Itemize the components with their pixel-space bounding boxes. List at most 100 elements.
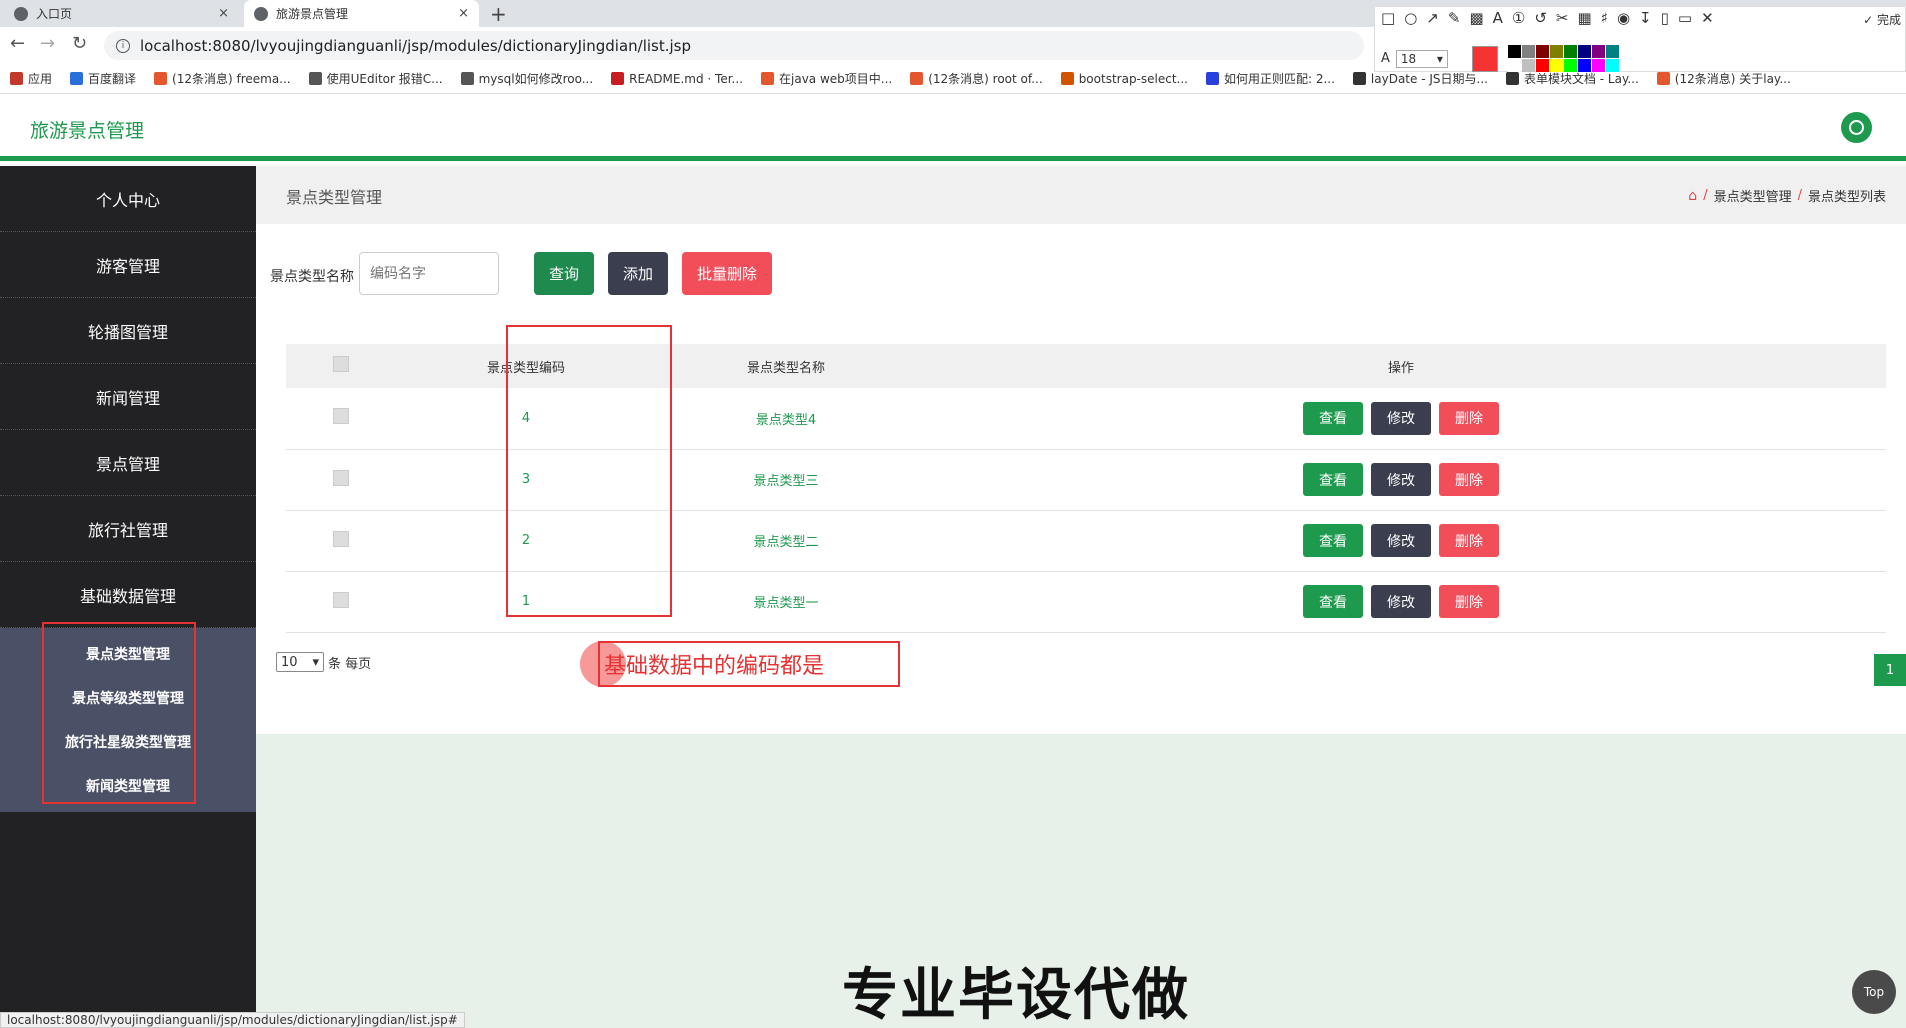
palette-swatch[interactable]	[1521, 59, 1535, 72]
download-icon[interactable]: ↧	[1639, 9, 1652, 27]
palette-swatch[interactable]	[1605, 59, 1619, 72]
palette-swatch[interactable]	[1549, 45, 1563, 58]
ocr-icon[interactable]: ▦	[1578, 9, 1592, 27]
done-button[interactable]: ✓ 完成	[1863, 11, 1901, 28]
page-number-button[interactable]: 1	[1874, 654, 1906, 686]
palette-swatch[interactable]	[1563, 59, 1577, 72]
sidebar-item-travel-agencies[interactable]: 旅行社管理	[0, 496, 256, 562]
bookmark-item[interactable]: bootstrap-select...	[1060, 72, 1188, 86]
rectangle-tool-icon[interactable]: □	[1381, 9, 1395, 27]
bookmark-item[interactable]: 在java web项目中...	[761, 70, 892, 87]
list-panel: 景点类型名称 查询 添加 批量删除 景点类型编码 景点类型名称 操作 4景点类型…	[256, 224, 1906, 734]
view-button[interactable]: 查看	[1303, 463, 1363, 496]
bookmark-item[interactable]: README.md · Ter...	[611, 72, 743, 86]
undo-icon[interactable]: ↺	[1534, 9, 1547, 27]
row-actions: 查看 修改 删除	[916, 449, 1886, 511]
back-arrow-icon[interactable]: ←	[10, 33, 25, 54]
add-button[interactable]: 添加	[608, 252, 668, 295]
palette-swatch[interactable]	[1549, 59, 1563, 72]
edit-button[interactable]: 修改	[1371, 463, 1431, 496]
record-icon[interactable]: ◉	[1617, 9, 1630, 27]
delete-button[interactable]: 删除	[1439, 463, 1499, 496]
close-icon[interactable]: ×	[218, 6, 229, 21]
sidebar-item-carousel[interactable]: 轮播图管理	[0, 298, 256, 364]
bookmark-item[interactable]: (12条消息) 关于lay...	[1656, 70, 1791, 87]
close-icon[interactable]: ×	[458, 6, 469, 21]
arrow-tool-icon[interactable]: ↗	[1426, 9, 1439, 27]
bookmark-item[interactable]: 使用UEditor 报错C...	[308, 70, 443, 87]
bookmark-item[interactable]: 如何用正则匹配: 2...	[1205, 70, 1335, 87]
bookmark-item[interactable]: 应用	[10, 70, 52, 87]
info-icon[interactable]: i	[116, 38, 130, 53]
phone-icon[interactable]: ▯	[1661, 9, 1669, 27]
view-button[interactable]: 查看	[1303, 401, 1363, 435]
palette-swatch[interactable]	[1521, 45, 1535, 58]
highlight-box-submenu	[42, 622, 196, 804]
row-checkbox[interactable]	[333, 408, 349, 425]
palette-swatch[interactable]	[1605, 45, 1619, 58]
palette-swatch[interactable]	[1507, 45, 1521, 58]
query-button[interactable]: 查询	[534, 252, 594, 295]
home-icon[interactable]: ⌂	[1688, 188, 1697, 204]
breadcrumb-item[interactable]: 景点类型管理	[1714, 186, 1792, 205]
palette-swatch[interactable]	[1507, 59, 1521, 72]
batch-delete-button[interactable]: 批量删除	[682, 252, 772, 295]
palette-swatch[interactable]	[1563, 45, 1577, 58]
highlight-box-code-column	[506, 325, 672, 617]
sidebar-item-visitors[interactable]: 游客管理	[0, 232, 256, 298]
view-button[interactable]: 查看	[1303, 524, 1363, 557]
bookmark-item[interactable]: (12条消息) freema...	[154, 70, 291, 87]
palette-swatch[interactable]	[1591, 45, 1605, 58]
page-size-select[interactable]: 10 ▾	[276, 652, 324, 672]
pen-tool-icon[interactable]: ✎	[1448, 9, 1461, 27]
palette-swatch[interactable]	[1577, 45, 1591, 58]
palette-swatch[interactable]	[1535, 59, 1549, 72]
sidebar-item-personal-center[interactable]: 个人中心	[0, 166, 256, 232]
user-avatar-icon[interactable]	[1841, 112, 1872, 143]
mosaic-tool-icon[interactable]: ▩	[1469, 9, 1483, 27]
palette-swatch[interactable]	[1591, 59, 1605, 72]
current-color-swatch[interactable]	[1471, 45, 1498, 72]
cancel-icon[interactable]: ✕	[1701, 9, 1714, 27]
delete-button[interactable]: 删除	[1439, 524, 1499, 557]
new-tab-button[interactable]: +	[490, 2, 507, 26]
text-tool-icon[interactable]: A	[1493, 9, 1503, 27]
back-to-top-button[interactable]: Top	[1852, 970, 1896, 1014]
pin-icon[interactable]: ✂	[1556, 9, 1569, 27]
select-all-checkbox[interactable]	[333, 356, 349, 372]
edit-button[interactable]: 修改	[1371, 401, 1431, 435]
breadcrumb: ⌂ / 景点类型管理 / 景点类型列表	[1688, 186, 1886, 206]
browser-tab-entry[interactable]: 入口页 ×	[4, 0, 239, 27]
search-input[interactable]	[359, 252, 499, 295]
sidebar-item-news[interactable]: 新闻管理	[0, 364, 256, 430]
row-checkbox[interactable]	[333, 530, 349, 547]
sidebar-item-base-data[interactable]: 基础数据管理	[0, 562, 256, 628]
edit-button[interactable]: 修改	[1371, 585, 1431, 618]
bookmark-item[interactable]: layDate - JS日期与...	[1352, 70, 1488, 87]
row-checkbox[interactable]	[333, 469, 349, 486]
bookmark-favicon-icon	[10, 72, 23, 85]
delete-button[interactable]: 删除	[1439, 585, 1499, 618]
url-field[interactable]: i localhost:8080/lvyoujingdianguanli/jsp…	[104, 31, 1364, 60]
bookmark-item[interactable]: mysql如何修改roo...	[460, 70, 593, 87]
bookmark-item[interactable]: 百度翻译	[70, 70, 136, 87]
palette-swatch[interactable]	[1535, 45, 1549, 58]
number-tool-icon[interactable]: ①	[1512, 9, 1525, 27]
bookmark-item[interactable]: 表单模块文档 - Lay...	[1505, 70, 1639, 87]
translate-icon[interactable]: ♯	[1601, 9, 1608, 27]
delete-button[interactable]: 删除	[1439, 401, 1499, 435]
reload-icon[interactable]: ↻	[72, 33, 87, 54]
edit-button[interactable]: 修改	[1371, 524, 1431, 557]
row-checkbox[interactable]	[333, 591, 349, 608]
ellipse-tool-icon[interactable]: ○	[1404, 9, 1417, 27]
palette-swatch[interactable]	[1577, 59, 1591, 72]
view-button[interactable]: 查看	[1303, 585, 1363, 618]
font-size-select[interactable]: 18 ▾	[1395, 49, 1448, 68]
save-icon[interactable]: ▭	[1678, 9, 1692, 27]
bookmark-label: (12条消息) freema...	[172, 72, 291, 86]
forward-arrow-icon[interactable]: →	[40, 33, 55, 54]
page-header: 景点类型管理 ⌂ / 景点类型管理 / 景点类型列表	[256, 166, 1906, 224]
sidebar-item-scenic-spots[interactable]: 景点管理	[0, 430, 256, 496]
bookmark-item[interactable]: (12条消息) root of...	[910, 70, 1043, 87]
browser-tab-active[interactable]: 旅游景点管理 ×	[244, 0, 479, 27]
